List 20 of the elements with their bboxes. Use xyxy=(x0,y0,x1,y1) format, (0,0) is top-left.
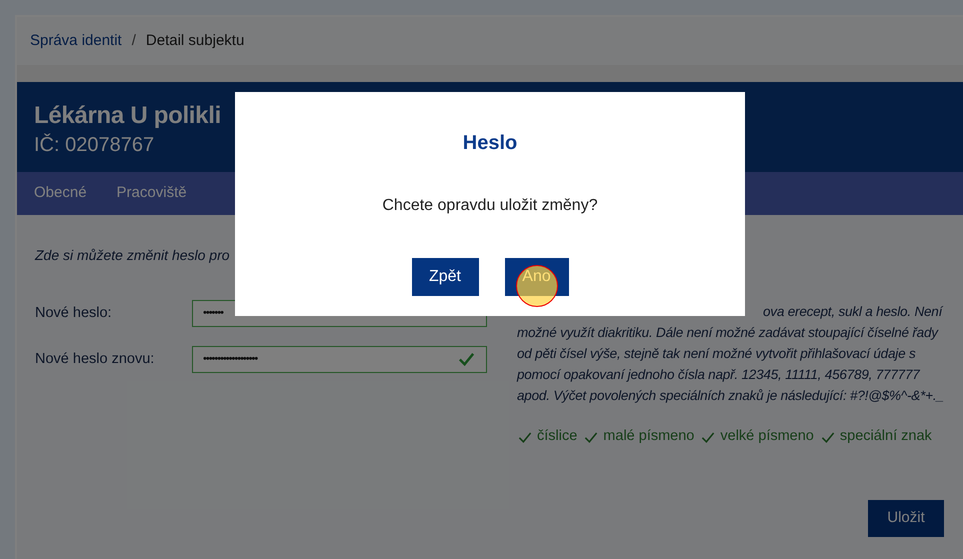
tab[interactable]: Obecné xyxy=(19,172,102,215)
rule-label: velké písmeno xyxy=(720,427,814,446)
field-label: Nové heslo: xyxy=(35,304,113,323)
back-button[interactable]: Zpět xyxy=(412,258,478,296)
breadcrumb-separator: / xyxy=(132,30,136,51)
rule-label: číslice xyxy=(537,427,578,446)
dialog-title: Heslo xyxy=(462,131,518,156)
rule-label: malé písmeno xyxy=(603,427,694,446)
subject-name: Lékárna U polikli xyxy=(34,101,221,131)
intro-text: Zde si můžete změnit heslo pro xyxy=(35,246,230,265)
breadcrumb-current: Detail subjektu xyxy=(146,30,244,51)
password-field[interactable]: ••••••••••••••••••• xyxy=(192,346,487,373)
rule-label: speciální znak xyxy=(840,427,932,446)
dialog-message: Chcete opravdu uložit změny? xyxy=(382,196,598,216)
save-button[interactable]: Uložit xyxy=(868,500,944,537)
subject-id: IČ: 02078767 xyxy=(34,132,154,158)
breadcrumb-link[interactable]: Správa identit xyxy=(30,30,122,52)
tab[interactable]: Pracoviště xyxy=(102,172,202,215)
field-label: Nové heslo znovu: xyxy=(35,350,156,369)
password-rules-text: ova erecept, sukl a heslo. Není možné využít diakritiku. Dále není možné zadávat stoupající číselné řady od pěti čísel výše, stejně tak není možné vytvořit přihlašovací údaje s pomocí opakovaní jednoho čísla např. 12345, 11111, 456789, 777777 apod. Výčet povolených speciálních znaků je následující: #?!@$%^-&*+._ xyxy=(517,303,945,405)
